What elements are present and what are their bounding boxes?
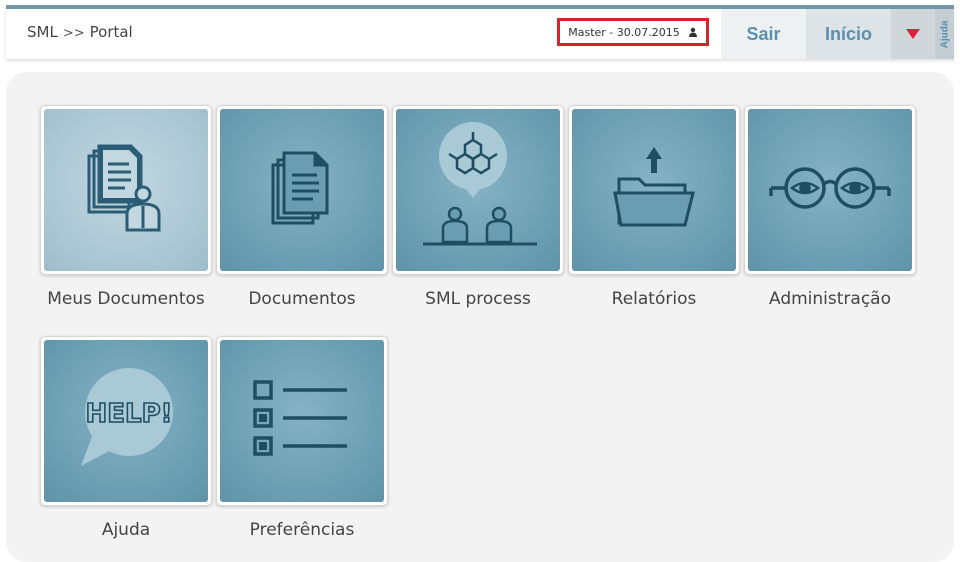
tile-label: Documentos bbox=[248, 289, 356, 309]
logout-button[interactable]: Sair bbox=[721, 9, 806, 59]
breadcrumb-current: Portal bbox=[89, 23, 133, 41]
checklist-icon bbox=[247, 374, 357, 468]
home-button[interactable]: Início bbox=[806, 9, 891, 59]
tile-relatorios[interactable]: Relatórios bbox=[568, 105, 740, 309]
documents-icon bbox=[267, 143, 337, 237]
tile-ajuda[interactable]: HELP! Ajuda bbox=[40, 336, 212, 540]
menu-dropdown-button[interactable] bbox=[891, 9, 935, 59]
tile-label: Administração bbox=[769, 289, 891, 309]
tile-label: Meus Documentos bbox=[47, 289, 205, 309]
tile-label: Preferências bbox=[249, 520, 355, 540]
tile-sml-process[interactable]: SML process bbox=[392, 105, 564, 309]
tile-administracao[interactable]: Administração bbox=[744, 105, 916, 309]
help-side-button[interactable]: Ajuda bbox=[935, 9, 954, 59]
breadcrumb: SML >> Portal bbox=[27, 23, 133, 41]
tile-documentos[interactable]: Documentos bbox=[216, 105, 388, 309]
help-bubble-icon: HELP! bbox=[71, 364, 181, 478]
breadcrumb-separator: >> bbox=[62, 26, 85, 41]
breadcrumb-root[interactable]: SML bbox=[27, 23, 58, 41]
help-side-label: Ajuda bbox=[939, 20, 950, 48]
top-bar: SML >> Portal Master - 30.07.2015 Sair Iní… bbox=[6, 9, 954, 59]
tile-label: Ajuda bbox=[101, 520, 151, 540]
caret-down-icon bbox=[905, 24, 921, 45]
reports-folder-icon bbox=[609, 143, 699, 237]
my-documents-icon bbox=[81, 138, 171, 242]
tile-preferencias[interactable]: Preferências bbox=[216, 336, 388, 540]
glasses-eyes-icon bbox=[765, 158, 895, 222]
sml-process-icon bbox=[413, 118, 543, 262]
tile-meus-documentos[interactable]: Meus Documentos bbox=[40, 105, 212, 309]
svg-text:HELP!: HELP! bbox=[85, 399, 172, 429]
tile-label: SML process bbox=[425, 289, 531, 309]
user-session-label: Master - 30.07.2015 bbox=[568, 25, 680, 39]
user-session-info[interactable]: Master - 30.07.2015 bbox=[557, 18, 709, 46]
tile-label: Relatórios bbox=[611, 289, 697, 309]
user-icon bbox=[688, 27, 698, 37]
